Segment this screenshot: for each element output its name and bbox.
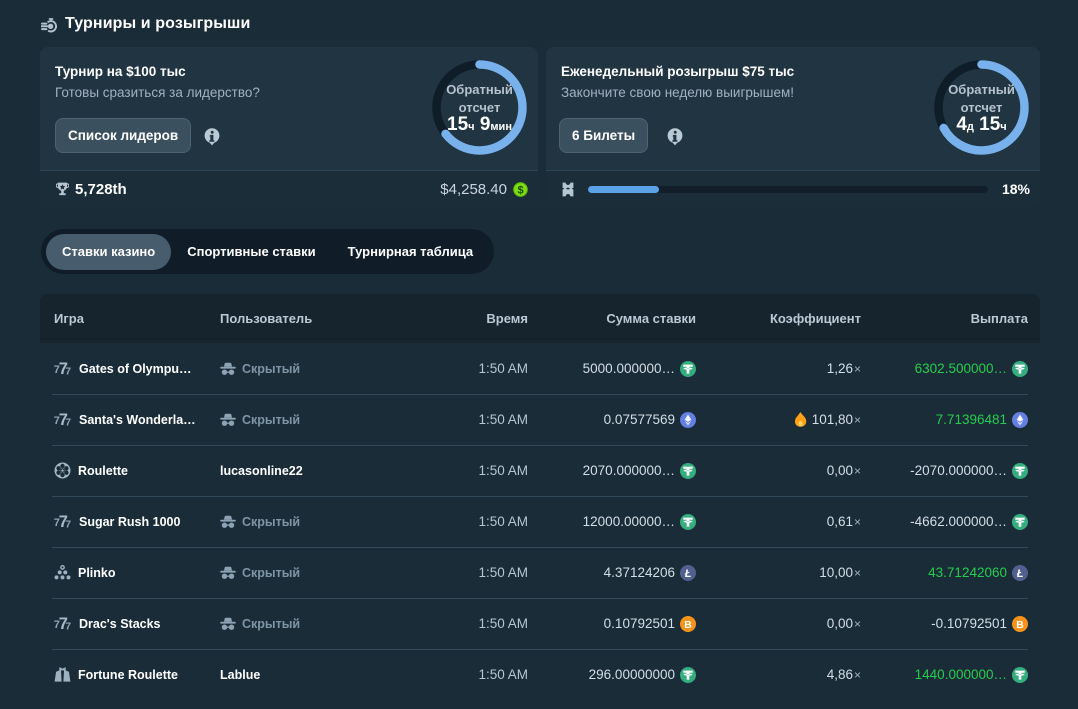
svg-text:Ł: Ł [684,567,692,579]
svg-text:Ł: Ł [1016,567,1024,579]
svg-text:7: 7 [65,620,71,632]
svg-text:B: B [1016,619,1023,630]
svg-text:7: 7 [65,365,71,377]
svg-text:7: 7 [65,416,71,428]
svg-text:$: $ [517,184,523,196]
svg-text:B: B [684,619,691,630]
svg-text:7: 7 [65,518,71,530]
